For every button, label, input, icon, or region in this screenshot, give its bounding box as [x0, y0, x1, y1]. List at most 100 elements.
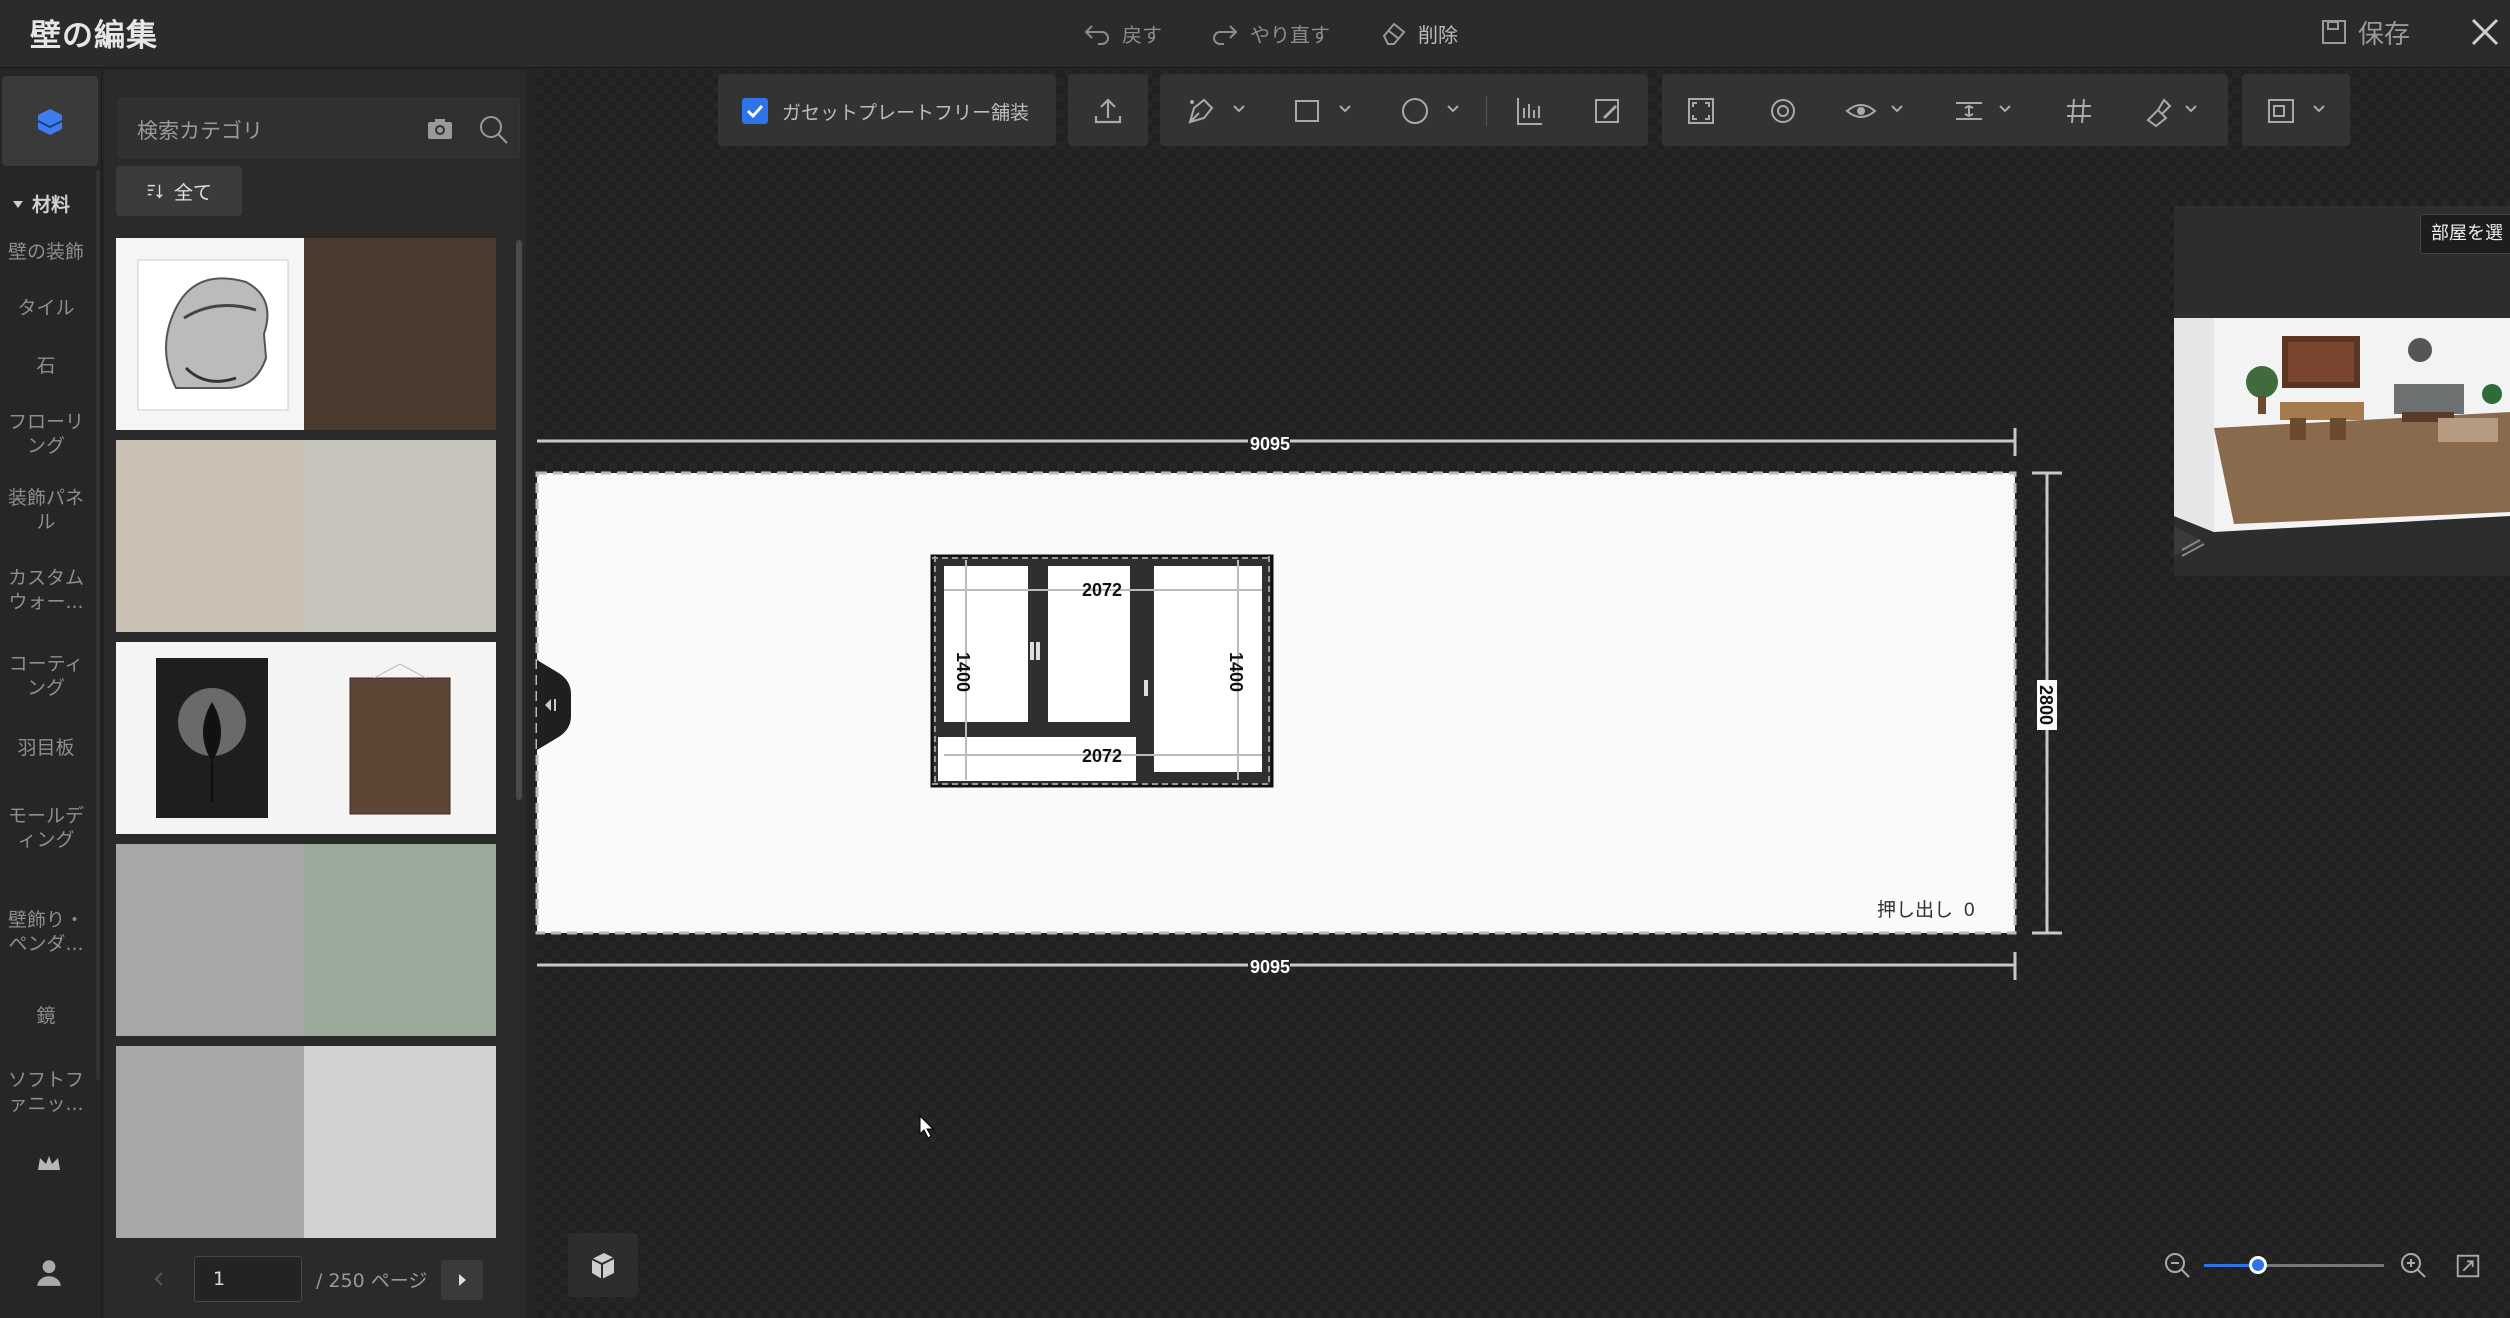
view-3d-button[interactable] [568, 1233, 638, 1297]
zoom-slider[interactable] [2204, 1256, 2384, 1274]
category-item[interactable]: ソフトフ ァニッ... [0, 1068, 92, 1116]
target-icon[interactable] [1766, 94, 1800, 128]
chevron-down-icon[interactable] [1890, 104, 1904, 114]
category-item[interactable]: 壁の装飾 [0, 240, 92, 264]
room-select-dropdown[interactable]: 部屋を選 [2420, 214, 2510, 254]
gusset-checkbox[interactable] [742, 98, 768, 124]
zoom-out-icon[interactable] [2162, 1250, 2192, 1280]
user-icon[interactable] [33, 1256, 65, 1288]
cube-icon [591, 1253, 615, 1279]
camera-icon[interactable] [425, 114, 455, 144]
material-icon [37, 109, 63, 135]
save-icon [2322, 20, 2346, 44]
material-thumbnail-light-grey-wood[interactable] [304, 440, 496, 632]
gusset-toggle-group: ガセットプレートフリー舗装 [718, 74, 1056, 146]
room-3d-preview [2174, 206, 2510, 576]
upload-icon[interactable] [1091, 94, 1125, 128]
checkmark-icon [746, 104, 764, 119]
zoom-in-icon[interactable] [2398, 1250, 2428, 1280]
search-input[interactable]: 検索カテゴリ [137, 115, 263, 145]
search-box[interactable]: 検索カテゴリ [118, 98, 520, 158]
next-page-button[interactable] [441, 1260, 483, 1300]
material-scrollbar[interactable] [516, 240, 522, 800]
material-thumbnail-dark-wood[interactable] [304, 238, 496, 430]
rail-scrollbar[interactable] [96, 170, 100, 1080]
grid-icon[interactable] [2062, 94, 2096, 128]
view-tools-group [1662, 74, 2228, 146]
rectangle-icon[interactable] [1290, 94, 1324, 128]
eraser-icon [1382, 22, 1406, 45]
edit-area-icon[interactable] [1590, 94, 1624, 128]
chevron-down-icon[interactable] [1338, 104, 1352, 114]
save-label: 保存 [2358, 19, 2411, 50]
undo-button[interactable]: 戻す [1082, 16, 1162, 50]
draw-tools-group [1160, 74, 1648, 146]
category-item[interactable]: 石 [0, 354, 92, 378]
material-thumbnail-mid-grey[interactable] [116, 1046, 308, 1238]
circle-icon[interactable] [1398, 94, 1432, 128]
material-thumbnail-bearded-man-sketch[interactable] [116, 238, 308, 430]
gusset-checkbox-label: ガセットプレートフリー舗装 [782, 102, 1030, 124]
undo-label: 戻す [1122, 22, 1162, 47]
category-item[interactable]: 壁飾り・ ペンダ... [0, 908, 92, 956]
redo-button[interactable]: やり直す [1210, 16, 1330, 50]
wall-editor-app: 壁の編集 戻す やり直す 削除 保存 材料 壁の装飾 タイル 石 フローリ ング… [0, 0, 2510, 1318]
category-item[interactable]: タイル [0, 296, 92, 320]
category-item[interactable]: 鏡 [0, 1004, 92, 1028]
chevron-down-icon[interactable] [1232, 104, 1246, 114]
category-item[interactable]: 装飾パネ ル [0, 486, 92, 534]
fit-screen-icon[interactable] [1684, 94, 1718, 128]
crown-icon[interactable] [34, 1148, 64, 1178]
category-item[interactable]: コーティ ング [0, 652, 92, 700]
filter-all-label: 全て [173, 181, 212, 204]
undo-icon [1084, 25, 1109, 45]
material-panel: 検索カテゴリ 全て 1 / 250 ページ [104, 70, 526, 1318]
close-icon [2471, 18, 2499, 46]
page-number-input[interactable]: 1 [194, 1256, 302, 1302]
material-thumbnail-sage-green[interactable] [304, 844, 496, 1036]
pen-tool-icon[interactable] [1184, 94, 1218, 128]
top-bar: 壁の編集 戻す やり直す 削除 保存 [0, 0, 2510, 68]
zoom-slider-handle[interactable] [2249, 1256, 2267, 1274]
category-item[interactable]: 羽目板 [0, 736, 92, 760]
caret-down-icon [13, 200, 23, 208]
fullscreen-icon[interactable] [2454, 1252, 2482, 1280]
search-icon[interactable] [477, 113, 511, 147]
redo-icon [1213, 25, 1238, 45]
collapse-panel-button[interactable] [537, 660, 571, 750]
save-button[interactable]: 保存 [2320, 14, 2410, 50]
spacing-icon[interactable] [1952, 94, 1986, 128]
layout-icon[interactable] [2264, 94, 2298, 128]
materials-section-toggle[interactable]: 材料 [12, 190, 70, 217]
material-tab[interactable] [2, 76, 98, 166]
filter-all-button[interactable]: 全て [116, 166, 242, 216]
brush-icon[interactable] [2140, 94, 2174, 128]
room-preview[interactable] [2174, 206, 2510, 576]
materials-section-label: 材料 [32, 194, 71, 216]
chevron-down-icon[interactable] [2184, 104, 2198, 114]
category-item[interactable]: フローリ ング [0, 410, 92, 458]
caret-right-icon [459, 1274, 466, 1286]
category-rail: 材料 壁の装飾タイル石フローリ ング 装飾パネ ルカスタム ウォー... コーティ … [0, 70, 102, 1318]
chevron-down-icon[interactable] [2312, 104, 2326, 114]
close-button[interactable] [2465, 12, 2505, 52]
material-thumbnail-grey-concrete[interactable] [116, 844, 308, 1036]
page-title: 壁の編集 [30, 18, 158, 54]
pagination: 1 / 250 ページ [104, 1250, 526, 1318]
chevron-down-icon[interactable] [1998, 104, 2012, 114]
delete-button[interactable]: 削除 [1378, 16, 1458, 50]
chevron-down-icon[interactable] [1446, 104, 1460, 114]
redo-label: やり直す [1250, 22, 1330, 47]
material-thumbnail-dark-leaf-art[interactable] [116, 642, 308, 834]
category-item[interactable]: モールデ ィング [0, 804, 92, 852]
eye-icon[interactable] [1844, 94, 1878, 128]
material-thumbnail-brown-canvas[interactable] [304, 642, 496, 834]
prev-page-button[interactable] [144, 1264, 174, 1294]
category-item[interactable]: カスタム ウォー... [0, 566, 92, 614]
material-thumbnail-light-grey[interactable] [304, 1046, 496, 1238]
material-thumbnail-beige-plaster[interactable] [116, 440, 308, 632]
delete-label: 削除 [1418, 22, 1458, 47]
align-icon[interactable] [1512, 94, 1546, 128]
page-total: / 250 ページ [316, 1270, 428, 1292]
chevron-left-icon [154, 1272, 163, 1286]
